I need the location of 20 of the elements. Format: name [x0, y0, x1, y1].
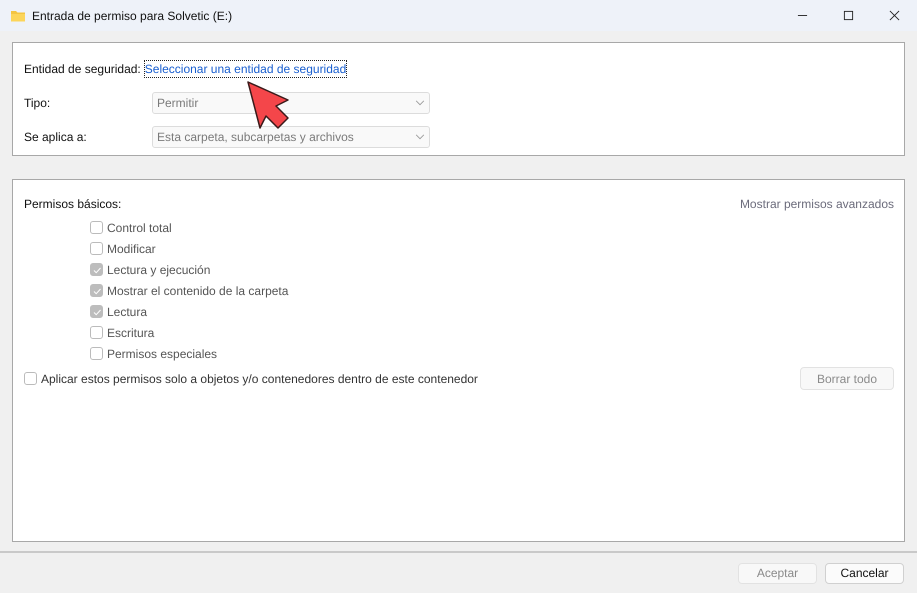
chevron-down-icon — [415, 100, 425, 106]
close-icon[interactable] — [888, 10, 900, 21]
section-title: Permisos básicos: — [24, 197, 122, 211]
checkbox[interactable]: Lectura — [90, 301, 148, 322]
window-title: Entrada de permiso para Solvetic (E:) — [32, 8, 234, 22]
field-label: Entidad de seguridad: — [24, 62, 141, 76]
field-label: Tipo: — [24, 96, 52, 110]
checkbox[interactable]: Mostrar el contenido de la carpeta — [90, 280, 288, 301]
checkbox[interactable]: Escritura — [90, 322, 154, 343]
chevron-down-icon — [415, 134, 425, 140]
maximize-icon[interactable] — [842, 10, 854, 21]
link[interactable]: Mostrar permisos avanzados — [740, 197, 894, 211]
checkbox[interactable]: Lectura y ejecución — [90, 259, 210, 280]
checkbox[interactable]: Aplicar estos permisos solo a objetos y/o contenedores dentro de este contenedor — [24, 368, 478, 389]
checkbox[interactable]: Control total — [90, 217, 172, 238]
checkbox[interactable]: Modificar — [90, 238, 156, 259]
checkbox[interactable]: Permisos especiales — [90, 343, 218, 364]
field-label: Se aplica a: — [24, 130, 88, 144]
link[interactable]: Seleccionar una entidad de seguridad — [144, 61, 346, 77]
dialog-button[interactable]: Cancelar — [825, 562, 904, 584]
